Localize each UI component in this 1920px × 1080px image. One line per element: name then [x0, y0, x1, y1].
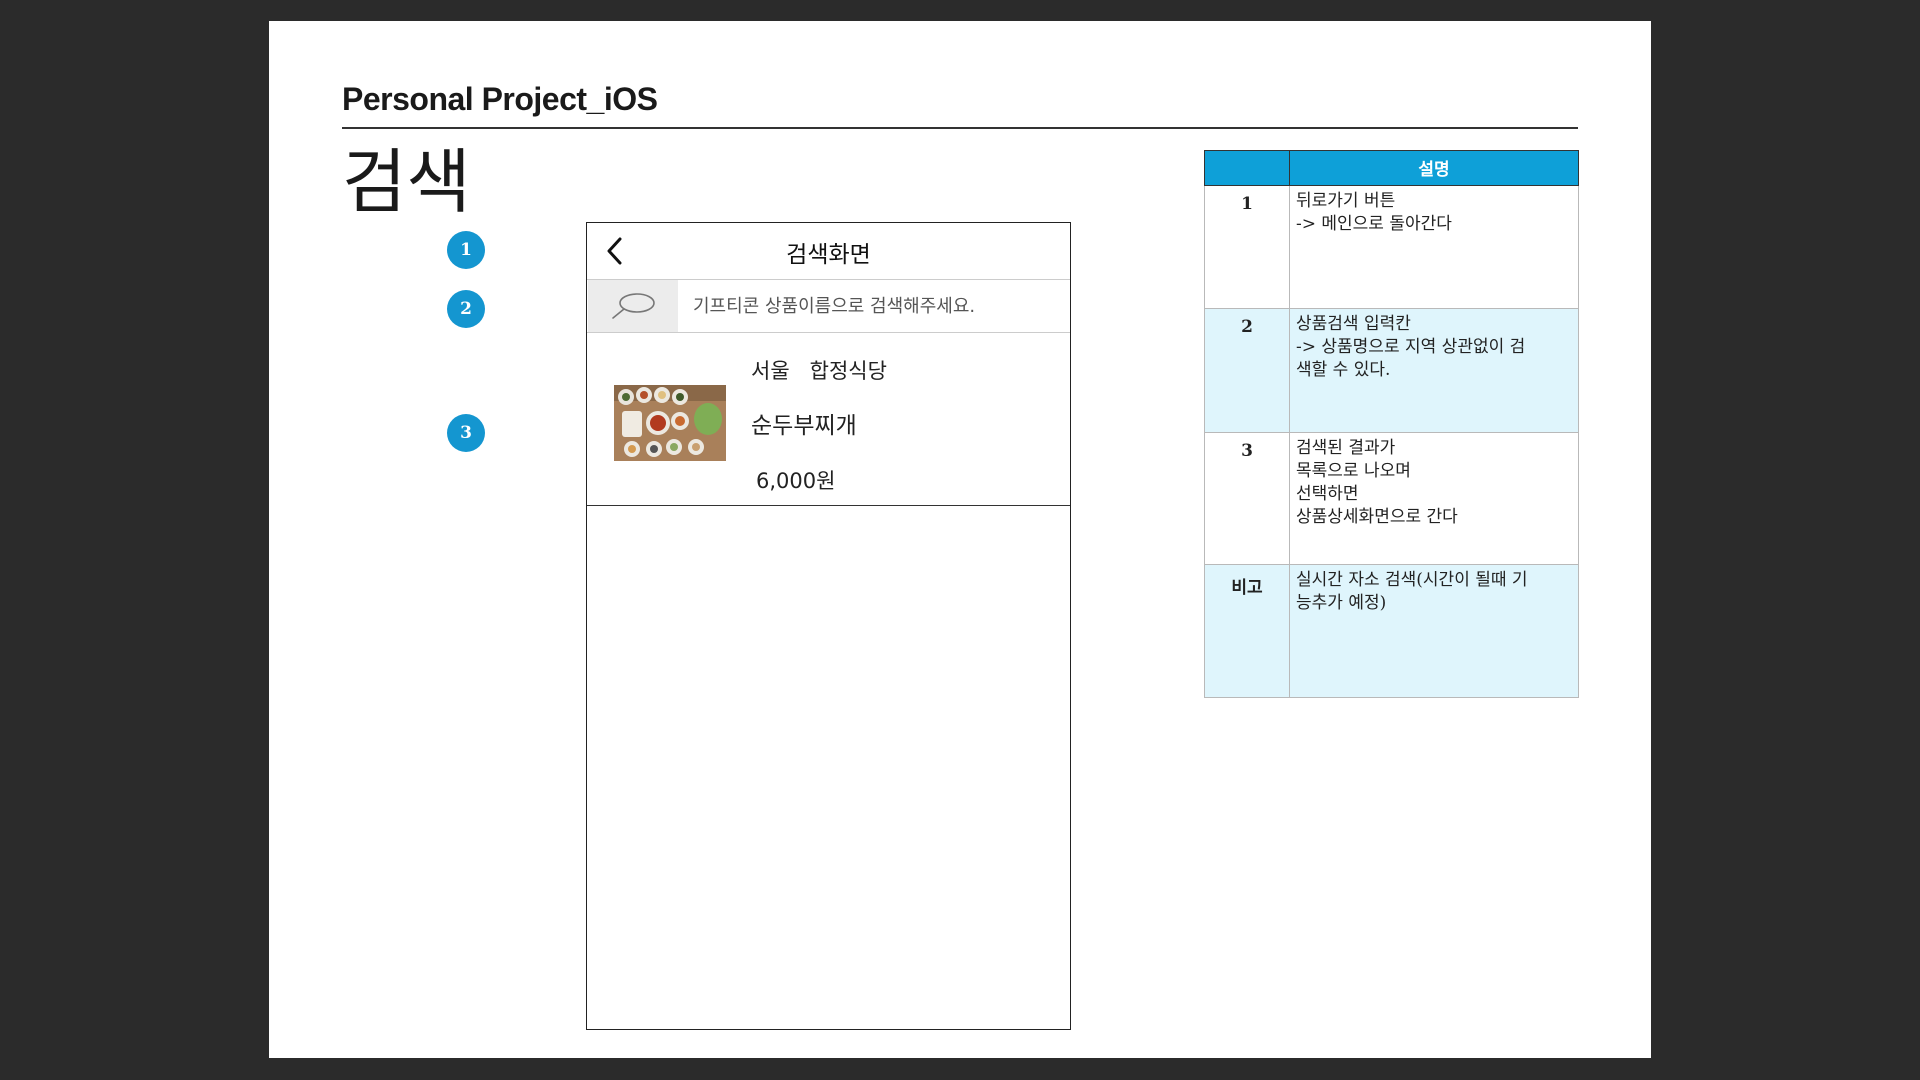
section-title: 검색	[342, 141, 471, 223]
table-row: 3 검색된 결과가 목록으로 나오며 선택하면 상품상세화면으로 간다	[1204, 432, 1579, 565]
description-line: 능추가 예정)	[1296, 593, 1387, 613]
nav-bar: 검색화면	[587, 223, 1070, 280]
annotation-marker-2: 2	[447, 290, 485, 328]
phone-mockup: 검색화면 기프티콘 상품이름으로 검색해주세요. 서울 합정식당 순두부찌개 6…	[586, 222, 1071, 1030]
description-line: 상품검색 입력칸	[1296, 314, 1411, 334]
annotation-marker-3: 3	[447, 414, 485, 452]
row-number: 비고	[1204, 564, 1290, 698]
description-line: 실시간 자소 검색(시간이 될때 기	[1296, 570, 1528, 590]
row-description: 뒤로가기 버튼 -> 메인으로 돌아간다	[1289, 185, 1579, 309]
annotation-marker-1: 1	[447, 231, 485, 269]
search-input[interactable]	[679, 280, 1070, 332]
header-title: Personal Project_iOS	[342, 81, 658, 117]
search-icon-box[interactable]	[588, 280, 678, 332]
header-divider	[342, 127, 1578, 129]
food-photo-icon	[614, 385, 726, 461]
row-description: 검색된 결과가 목록으로 나오며 선택하면 상품상세화면으로 간다	[1289, 432, 1579, 565]
row-description: 상품검색 입력칸 -> 상품명으로 지역 상관없이 검 색할 수 있다.	[1289, 308, 1579, 433]
description-line: 상품상세화면으로 간다	[1296, 507, 1458, 527]
slide: Personal Project_iOS 검색 1 2 3 검색화면 기프티콘 …	[269, 21, 1651, 1058]
row-description: 실시간 자소 검색(시간이 될때 기 능추가 예정)	[1289, 564, 1579, 698]
menu-name: 순두부찌개	[751, 413, 857, 439]
food-thumbnail	[614, 385, 726, 461]
row-number: 2	[1204, 308, 1290, 433]
table-row: 비고 실시간 자소 검색(시간이 될때 기 능추가 예정)	[1204, 564, 1579, 698]
description-table: 설명 1 뒤로가기 버튼 -> 메인으로 돌아간다 2 상품검색 입력칸 -> …	[1204, 150, 1579, 698]
description-line: 목록으로 나오며	[1296, 461, 1411, 481]
table-row: 1 뒤로가기 버튼 -> 메인으로 돌아간다	[1204, 185, 1579, 309]
description-line: 검색된 결과가	[1296, 438, 1396, 458]
nav-title: 검색화면	[786, 242, 871, 268]
search-icon	[612, 293, 655, 319]
row-number: 3	[1204, 432, 1290, 565]
description-line: -> 메인으로 돌아간다	[1296, 214, 1452, 234]
table-row: 2 상품검색 입력칸 -> 상품명으로 지역 상관없이 검 색할 수 있다.	[1204, 308, 1579, 433]
store-name: 서울 합정식당	[751, 359, 887, 383]
price: 6,000원	[756, 469, 836, 493]
table-header-empty	[1204, 150, 1290, 186]
search-bar	[587, 280, 1070, 333]
description-line: 선택하면	[1296, 484, 1359, 504]
description-line: -> 상품명으로 지역 상관없이 검	[1296, 337, 1526, 357]
description-line: 색할 수 있다.	[1296, 360, 1391, 380]
description-line: 뒤로가기 버튼	[1296, 191, 1396, 211]
table-header: 설명	[1289, 150, 1579, 186]
row-number: 1	[1204, 185, 1290, 309]
search-result-item[interactable]: 서울 합정식당 순두부찌개 6,000원	[587, 333, 1070, 506]
